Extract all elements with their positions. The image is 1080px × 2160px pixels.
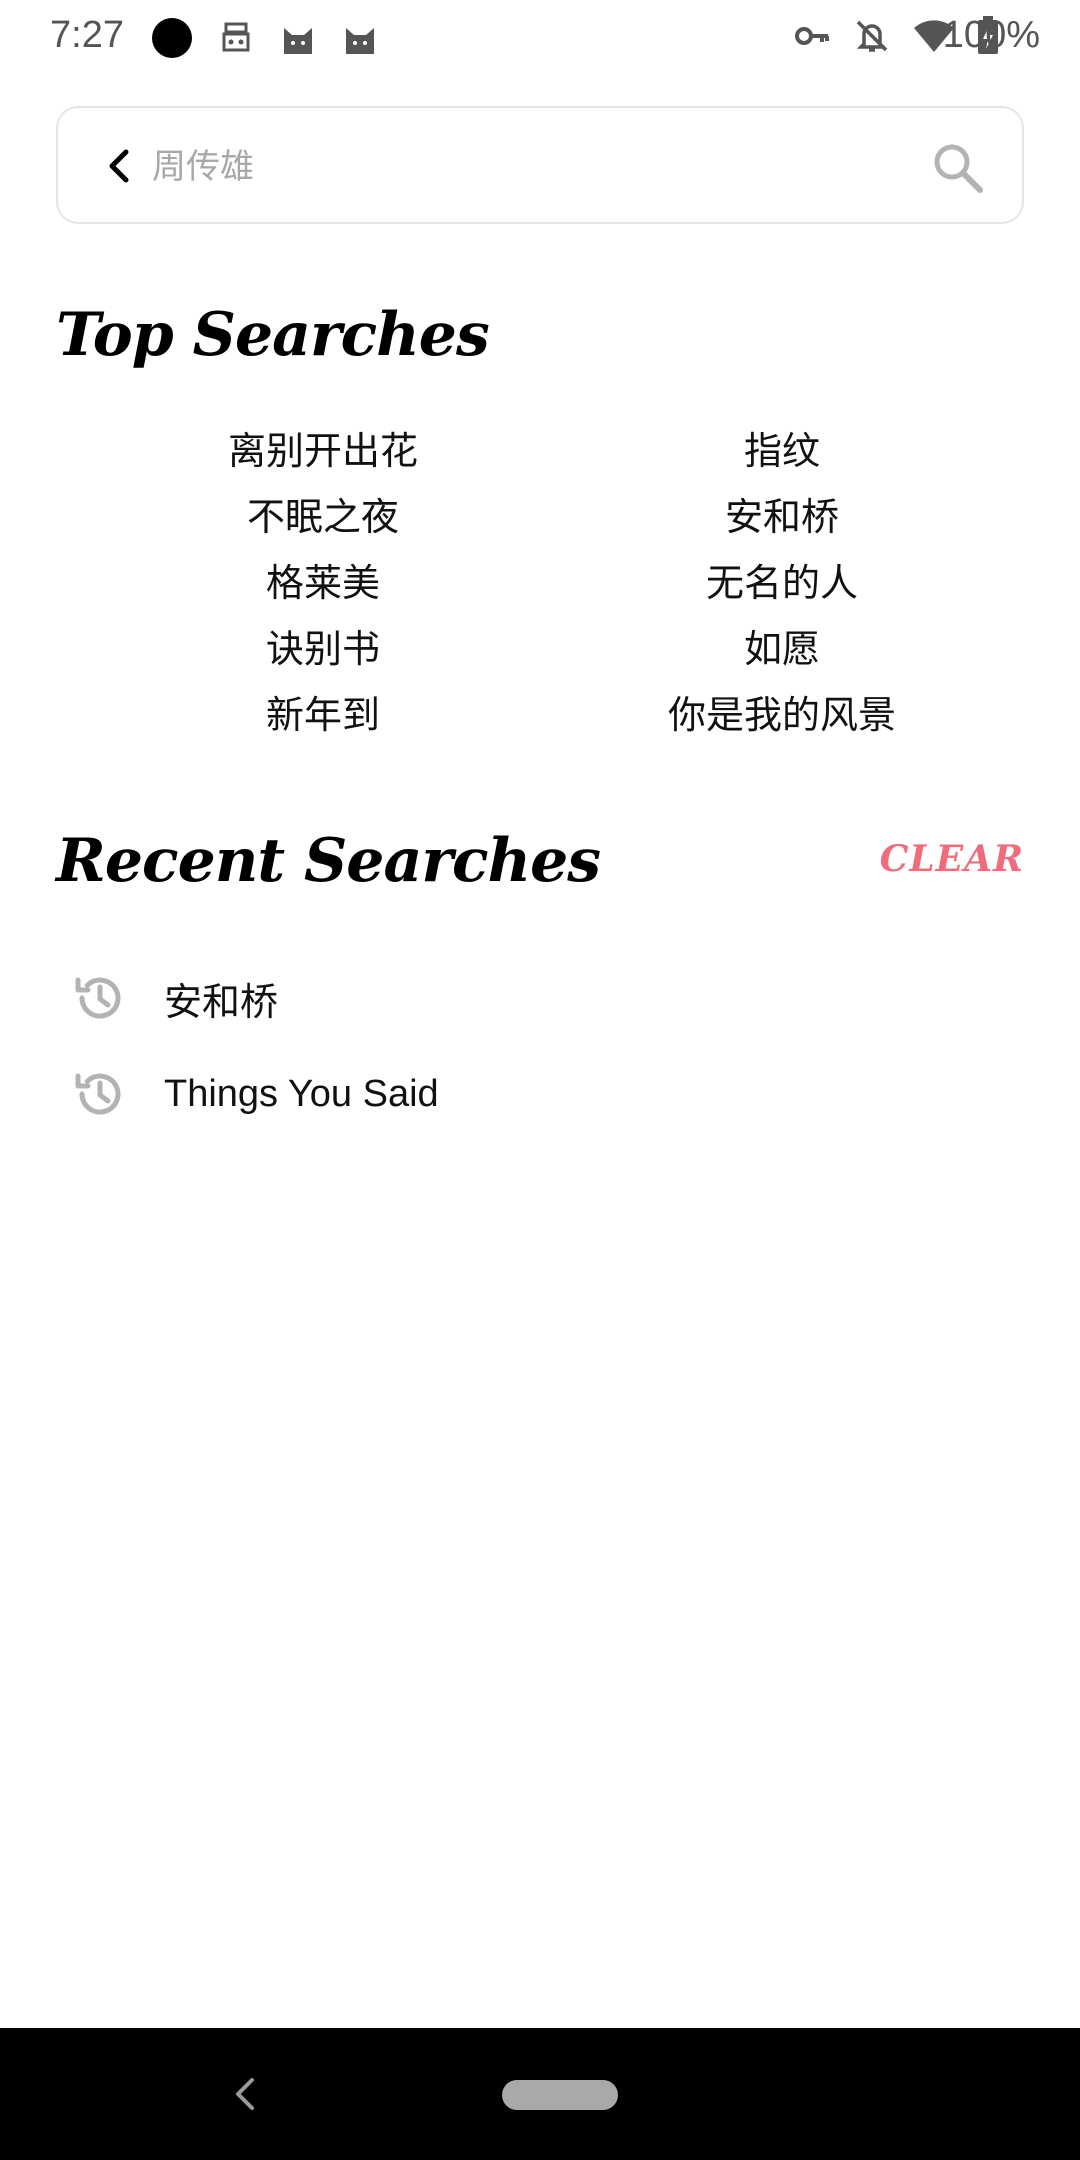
top-search-item[interactable]: 如愿 [540,616,1024,682]
top-searches-title: Top Searches [56,300,490,370]
top-search-item[interactable]: 不眠之夜 [56,484,540,550]
top-search-item[interactable]: 安和桥 [540,484,1024,550]
recent-search-label: Things You Said [164,1072,439,1115]
back-arrow-icon[interactable] [98,144,142,188]
bell-off-icon [856,20,888,52]
top-search-item[interactable]: 离别开出花 [56,418,540,484]
nav-home-pill[interactable] [502,2080,618,2110]
status-bar: 7:27 100% [0,0,1080,80]
history-icon [75,1073,121,1115]
history-icon [75,977,121,1019]
cat-icon [346,28,374,54]
recent-search-label: 安和桥 [164,981,279,1024]
recent-searches-title: Recent Searches [56,826,601,896]
top-search-item[interactable]: 格莱美 [56,550,540,616]
cat-icon [284,28,312,54]
circle-icon [152,18,192,58]
top-search-item[interactable]: 诀别书 [56,616,540,682]
top-search-item[interactable]: 无名的人 [540,550,1024,616]
top-search-item[interactable]: 指纹 [540,418,1024,484]
search-bar [56,106,1024,224]
status-time: 7:27 [50,14,124,56]
nav-back-icon[interactable] [224,2072,268,2116]
recent-search-item[interactable]: Things You Said [56,1046,1024,1142]
top-searches-grid: 离别开出花 指纹 不眠之夜 安和桥 格莱美 无名的人 诀别书 如愿 新年到 你是… [56,418,1024,748]
top-search-item[interactable]: 新年到 [56,682,540,748]
robot-icon [222,22,250,52]
search-input[interactable] [152,136,912,198]
key-icon [795,27,829,45]
battery-percentage: 100% [942,14,1040,56]
top-search-item[interactable]: 你是我的风景 [540,682,1024,748]
status-notification-icons [150,16,380,60]
clear-button[interactable]: CLEAR [880,838,1024,880]
search-icon[interactable] [930,140,986,196]
recent-search-item[interactable]: 安和桥 [56,950,1024,1046]
recent-searches-list: 安和桥 Things You Said [56,950,1024,1142]
navigation-bar [0,2028,1080,2160]
